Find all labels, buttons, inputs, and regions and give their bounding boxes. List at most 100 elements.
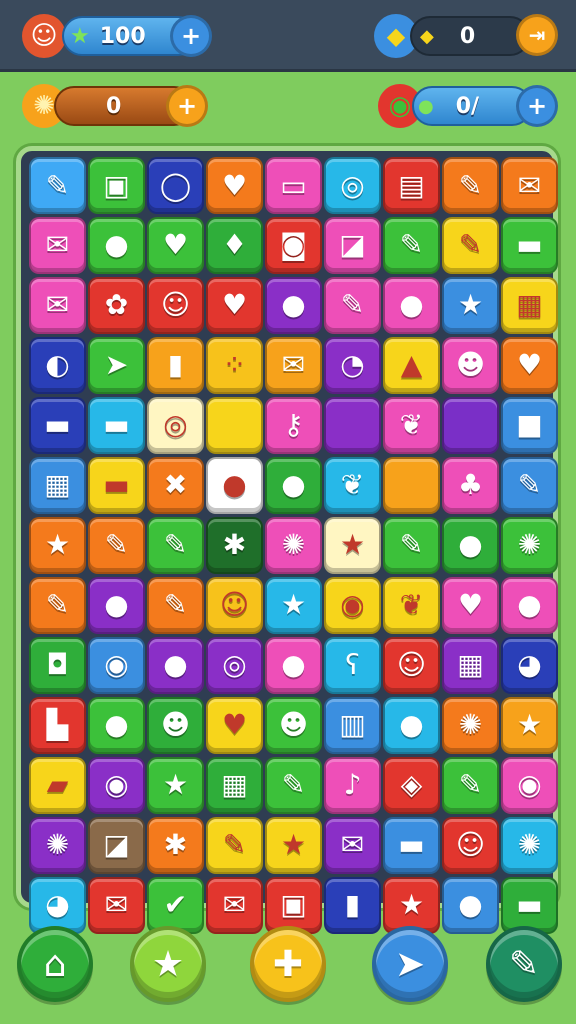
edit-button[interactable]: ✎: [486, 926, 562, 1002]
tile-r2-c1[interactable]: ✿: [88, 276, 145, 334]
tile-r1-c2[interactable]: ♥: [147, 216, 204, 274]
tile-r6-c7[interactable]: ●: [442, 516, 499, 574]
tile-r12-c3[interactable]: ✉: [206, 876, 263, 934]
tile-r1-c7[interactable]: ✎: [442, 216, 499, 274]
tile-r12-c8[interactable]: ▬: [501, 876, 558, 934]
tile-r9-c1[interactable]: ●: [88, 696, 145, 754]
tile-r2-c5[interactable]: ✎: [324, 276, 381, 334]
tile-r12-c1[interactable]: ✉: [88, 876, 145, 934]
tile-r6-c8[interactable]: ✺: [501, 516, 558, 574]
energy-add-button[interactable]: +: [166, 85, 208, 127]
tile-r1-c5[interactable]: ◪: [324, 216, 381, 274]
moves-add-button[interactable]: +: [516, 85, 558, 127]
tile-r3-c0[interactable]: ◐: [29, 336, 86, 394]
tile-r9-c8[interactable]: ★: [501, 696, 558, 754]
tile-r11-c1[interactable]: ◪: [88, 816, 145, 874]
tile-r11-c4[interactable]: ★: [265, 816, 322, 874]
tile-r11-c7[interactable]: ☺: [442, 816, 499, 874]
tile-r12-c5[interactable]: ▮: [324, 876, 381, 934]
tile-r0-c6[interactable]: ▤: [383, 157, 440, 214]
tile-r9-c7[interactable]: ✺: [442, 696, 499, 754]
tile-r9-c0[interactable]: ▙: [29, 696, 86, 754]
tile-r10-c8[interactable]: ◉: [501, 756, 558, 814]
tile-r2-c4[interactable]: ●: [265, 276, 322, 334]
tile-r6-c3[interactable]: ✱: [206, 516, 263, 574]
tile-r12-c7[interactable]: ●: [442, 876, 499, 934]
tile-r3-c2[interactable]: ▮: [147, 336, 204, 394]
gems-add-button[interactable]: ⇥: [516, 14, 558, 56]
tile-r0-c4[interactable]: ▭: [265, 157, 322, 214]
tile-r0-c5[interactable]: ◎: [324, 157, 381, 214]
tile-r0-c2[interactable]: ◯: [147, 157, 204, 214]
tile-r10-c5[interactable]: ♪: [324, 756, 381, 814]
tile-r3-c8[interactable]: ♥: [501, 336, 558, 394]
tile-r0-c0[interactable]: ✎: [29, 157, 86, 214]
tile-r5-c1[interactable]: ▬: [88, 456, 145, 514]
tile-r1-c6[interactable]: ✎: [383, 216, 440, 274]
tile-r5-c5[interactable]: ❦: [324, 456, 381, 514]
tile-r3-c7[interactable]: ☻: [442, 336, 499, 394]
tile-r7-c3[interactable]: ☺: [206, 576, 263, 634]
tile-r4-c6[interactable]: ❦: [383, 396, 440, 454]
tile-r2-c0[interactable]: ✉: [29, 276, 86, 334]
tile-r5-c4[interactable]: ●: [265, 456, 322, 514]
tile-r5-c3[interactable]: ●: [206, 456, 263, 514]
coins-add-button[interactable]: +: [170, 15, 212, 57]
tile-r8-c6[interactable]: ☺: [383, 636, 440, 694]
tile-r9-c6[interactable]: ●: [383, 696, 440, 754]
tile-r8-c1[interactable]: ◉: [88, 636, 145, 694]
tile-r3-c3[interactable]: ⁘: [206, 336, 263, 394]
tile-r8-c3[interactable]: ◎: [206, 636, 263, 694]
tile-r7-c0[interactable]: ✎: [29, 576, 86, 634]
tile-r11-c0[interactable]: ✺: [29, 816, 86, 874]
tile-r5-c2[interactable]: ✖: [147, 456, 204, 514]
tile-r3-c1[interactable]: ➤: [88, 336, 145, 394]
tile-r9-c5[interactable]: ▥: [324, 696, 381, 754]
tile-r2-c3[interactable]: ♥: [206, 276, 263, 334]
tile-r6-c0[interactable]: ★: [29, 516, 86, 574]
tile-r10-c2[interactable]: ★: [147, 756, 204, 814]
tile-r3-c6[interactable]: ▲: [383, 336, 440, 394]
tile-r9-c4[interactable]: ☻: [265, 696, 322, 754]
player-avatar-icon[interactable]: ☺: [22, 14, 66, 58]
tile-r1-c4[interactable]: ◙: [265, 216, 322, 274]
home-button[interactable]: ⌂: [17, 926, 93, 1002]
tile-r4-c3[interactable]: [206, 396, 263, 454]
star-button[interactable]: ★: [130, 926, 206, 1002]
tile-r6-c2[interactable]: ✎: [147, 516, 204, 574]
tile-r12-c2[interactable]: ✔: [147, 876, 204, 934]
tile-r0-c7[interactable]: ✎: [442, 157, 499, 214]
tile-r4-c4[interactable]: ⚷: [265, 396, 322, 454]
tile-r1-c3[interactable]: ♦: [206, 216, 263, 274]
tile-r7-c8[interactable]: ●: [501, 576, 558, 634]
tile-r4-c0[interactable]: ▬: [29, 396, 86, 454]
tile-r10-c3[interactable]: ▦: [206, 756, 263, 814]
tile-r2-c2[interactable]: ☺: [147, 276, 204, 334]
tile-r3-c5[interactable]: ◔: [324, 336, 381, 394]
tile-r4-c1[interactable]: ▬: [88, 396, 145, 454]
tile-r8-c5[interactable]: ʕ: [324, 636, 381, 694]
tile-r10-c7[interactable]: ✎: [442, 756, 499, 814]
tile-r8-c2[interactable]: ●: [147, 636, 204, 694]
tile-r9-c2[interactable]: ☻: [147, 696, 204, 754]
tile-r2-c8[interactable]: ▦: [501, 276, 558, 334]
tile-r1-c1[interactable]: ●: [88, 216, 145, 274]
tile-r12-c4[interactable]: ▣: [265, 876, 322, 934]
tile-r7-c4[interactable]: ★: [265, 576, 322, 634]
tile-r11-c5[interactable]: ✉: [324, 816, 381, 874]
tile-r11-c6[interactable]: ▬: [383, 816, 440, 874]
tile-r4-c2[interactable]: ◎: [147, 396, 204, 454]
tile-r7-c6[interactable]: ❦: [383, 576, 440, 634]
tile-r4-c7[interactable]: [442, 396, 499, 454]
tile-r10-c0[interactable]: ▰: [29, 756, 86, 814]
tile-r5-c7[interactable]: ♣: [442, 456, 499, 514]
tile-r6-c6[interactable]: ✎: [383, 516, 440, 574]
tile-r7-c7[interactable]: ♥: [442, 576, 499, 634]
tile-r11-c8[interactable]: ✺: [501, 816, 558, 874]
tile-r5-c0[interactable]: ▦: [29, 456, 86, 514]
tile-r10-c6[interactable]: ◈: [383, 756, 440, 814]
tile-r8-c8[interactable]: ◕: [501, 636, 558, 694]
tile-r6-c4[interactable]: ✺: [265, 516, 322, 574]
tile-r0-c8[interactable]: ✉: [501, 157, 558, 214]
tile-r8-c7[interactable]: ▦: [442, 636, 499, 694]
